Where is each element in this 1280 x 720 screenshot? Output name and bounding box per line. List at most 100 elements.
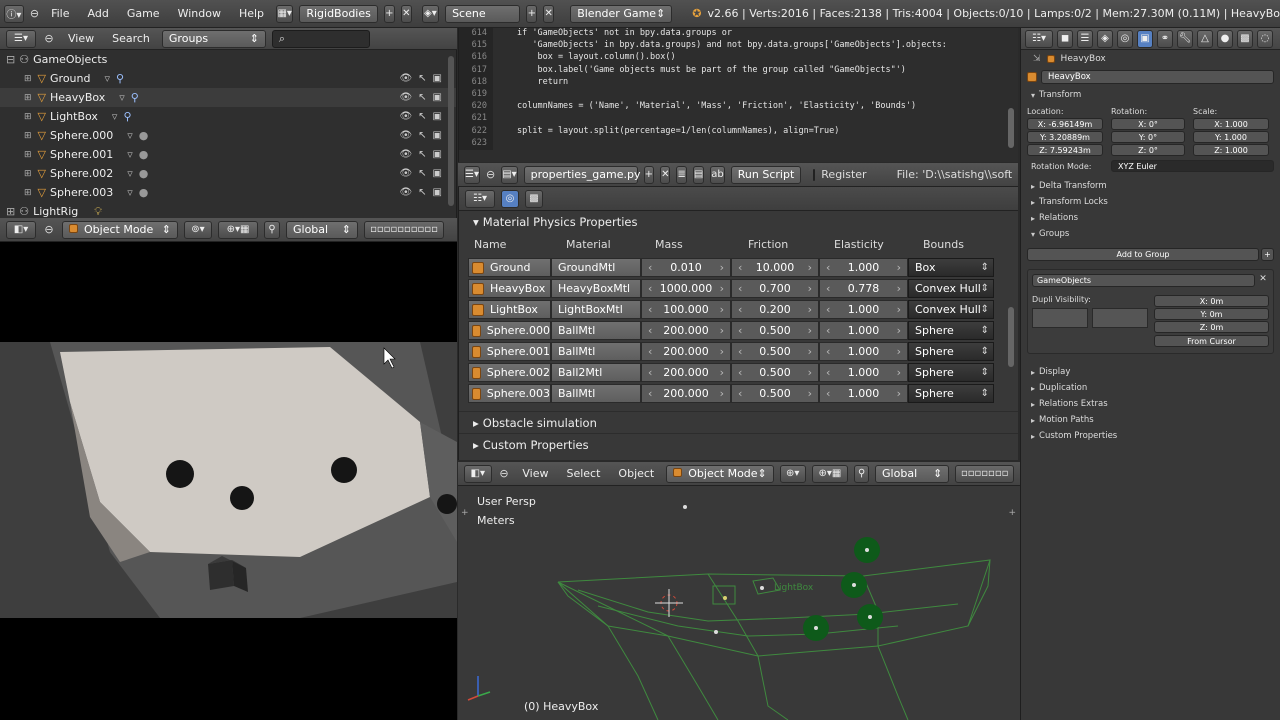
screen-layout-field[interactable]: RigidBodies: [299, 4, 378, 23]
menu-select[interactable]: Select: [560, 467, 606, 480]
pivot-icon[interactable]: ⊕▾▦: [811, 464, 849, 483]
render-camera-icon[interactable]: ▣: [433, 92, 442, 103]
checker-icon[interactable]: ▩: [525, 189, 543, 208]
friction-field[interactable]: 0.500: [731, 363, 819, 382]
friction-field[interactable]: 0.700: [731, 279, 819, 298]
code-line[interactable]: 620 columnNames = ('Name', 'Material', 'M…: [459, 101, 1018, 114]
scene-field[interactable]: Scene: [445, 4, 521, 23]
material-cell[interactable]: LightBoxMtl: [551, 300, 641, 319]
add-group-plus-icon[interactable]: +: [1261, 248, 1274, 261]
offset-z-field[interactable]: Z: 0m: [1154, 321, 1269, 333]
constraints-tab-icon[interactable]: ⚭: [1157, 29, 1173, 48]
select-arrow-icon[interactable]: ↖: [418, 149, 426, 160]
layers-tab-icon[interactable]: ☰: [1077, 29, 1093, 48]
menu-search[interactable]: Search: [106, 32, 156, 45]
render-tab-icon[interactable]: ◼: [1057, 29, 1073, 48]
visibility-eye-icon[interactable]: 👁︎: [399, 130, 412, 141]
transform-section[interactable]: Transform: [1021, 87, 1280, 103]
offset-y-field[interactable]: Y: 0m: [1154, 308, 1269, 320]
collapsed-section[interactable]: Display: [1021, 364, 1280, 380]
outliner-search-input[interactable]: ⌕: [271, 29, 370, 48]
collapse-menu-icon[interactable]: ⊖: [30, 7, 39, 21]
expand-icon[interactable]: ⊞: [24, 74, 32, 84]
expand-icon[interactable]: ⊞: [24, 112, 32, 122]
mass-field[interactable]: 1000.000: [641, 279, 731, 298]
orientation-dropdown[interactable]: Global ⇕: [286, 220, 358, 239]
friction-field[interactable]: 0.500: [731, 342, 819, 361]
mass-field[interactable]: 200.000: [641, 321, 731, 340]
engine-dropdown[interactable]: Blender Game ⇕: [570, 4, 673, 23]
friction-field[interactable]: 0.500: [731, 384, 819, 403]
code-line[interactable]: 621: [459, 113, 1018, 126]
bounds-dropdown[interactable]: Sphere: [908, 384, 994, 403]
collapsed-section[interactable]: Transform Locks: [1021, 194, 1280, 210]
expand-icon[interactable]: ⊞: [24, 131, 32, 141]
remove-group-icon[interactable]: ✕: [1257, 274, 1269, 287]
expand-icon[interactable]: ⊞: [24, 150, 32, 160]
friction-field[interactable]: 0.200: [731, 300, 819, 319]
manipulator-icon[interactable]: ⚲: [264, 220, 280, 239]
register-checkbox[interactable]: [813, 168, 816, 181]
pin-icon[interactable]: ⇲: [1033, 54, 1041, 64]
mass-field[interactable]: 200.000: [641, 363, 731, 382]
collapse-icon[interactable]: ⊟: [6, 53, 15, 66]
object-name-cell[interactable]: Sphere.000: [468, 321, 551, 340]
render-camera-icon[interactable]: ▣: [433, 73, 442, 84]
bounds-dropdown[interactable]: Convex Hull: [908, 300, 994, 319]
material-cell[interactable]: BallMtl: [551, 321, 641, 340]
elasticity-field[interactable]: 1.000: [819, 321, 908, 340]
menu-add[interactable]: Add: [82, 7, 115, 20]
outliner-editor-icon[interactable]: ☰▾: [6, 29, 36, 48]
visibility-eye-icon[interactable]: 👁︎: [399, 187, 412, 198]
collapse-menu-icon[interactable]: ⊖: [486, 168, 495, 182]
material-cell[interactable]: HeavyBoxMtl: [551, 279, 641, 298]
render-camera-icon[interactable]: ▣: [433, 187, 442, 198]
outliner-item[interactable]: ⊞ ▽ Sphere.003 ▿ ● 👁︎ ↖ ▣: [0, 183, 456, 202]
scene-icon[interactable]: ◈▾: [421, 4, 440, 23]
menu-file[interactable]: File: [45, 7, 75, 20]
rotation-mode-dropdown[interactable]: XYZ Euler: [1111, 160, 1274, 172]
mode-dropdown[interactable]: Object Mode ⇕: [666, 464, 774, 483]
location-z-field[interactable]: Z: 7.59243m: [1027, 144, 1103, 156]
mass-field[interactable]: 100.000: [641, 300, 731, 319]
outliner-scrollbar[interactable]: [448, 56, 454, 206]
elasticity-field[interactable]: 1.000: [819, 384, 908, 403]
object-name-cell[interactable]: Ground: [468, 258, 551, 277]
select-arrow-icon[interactable]: ↖: [418, 187, 426, 198]
code-line[interactable]: 615 'GameObjects' in bpy.data.groups) an…: [459, 40, 1018, 53]
collapse-menu-icon[interactable]: ⊖: [498, 467, 511, 481]
layer-grid-b[interactable]: [1092, 308, 1148, 328]
elasticity-field[interactable]: 1.000: [819, 363, 908, 382]
select-arrow-icon[interactable]: ↖: [418, 73, 426, 84]
bounds-dropdown[interactable]: Convex Hull: [908, 279, 994, 298]
friction-field[interactable]: 10.000: [731, 258, 819, 277]
collapsed-section[interactable]: Relations: [1021, 210, 1280, 226]
world-icon[interactable]: ◎: [501, 189, 519, 208]
panel-header[interactable]: ▾ Material Physics Properties: [459, 211, 1018, 233]
data-tab-icon[interactable]: △: [1197, 29, 1213, 48]
object-name-field[interactable]: HeavyBox: [1041, 70, 1274, 84]
bounds-dropdown[interactable]: Box: [908, 258, 994, 277]
collapse-menu-icon[interactable]: ⊖: [42, 32, 56, 46]
editor-type-info-icon[interactable]: ⓘ▾: [4, 4, 24, 23]
render-camera-icon[interactable]: ▣: [433, 111, 442, 122]
line-numbers-icon[interactable]: ≣: [676, 165, 687, 184]
select-arrow-icon[interactable]: ↖: [418, 168, 426, 179]
delete-scene-icon[interactable]: ✕: [543, 4, 555, 23]
object-name-cell[interactable]: LightBox: [468, 300, 551, 319]
mass-field[interactable]: 0.010: [641, 258, 731, 277]
code-line[interactable]: 618 return: [459, 76, 1018, 89]
mass-field[interactable]: 200.000: [641, 342, 731, 361]
elasticity-field[interactable]: 1.000: [819, 258, 908, 277]
text-editor[interactable]: 614 if 'GameObjects' not in bpy.data.grou…: [458, 28, 1018, 162]
props-scrollbar[interactable]: [1008, 307, 1014, 367]
material-cell[interactable]: BallMtl: [551, 342, 641, 361]
properties-editor-icon[interactable]: ☷▾: [465, 189, 495, 208]
scale-x-field[interactable]: X: 1.000: [1193, 118, 1269, 130]
render-camera-icon[interactable]: ▣: [433, 168, 442, 179]
filename-field[interactable]: properties_game.py: [523, 165, 641, 184]
expand-icon[interactable]: ⊞: [24, 93, 32, 103]
from-cursor-button[interactable]: From Cursor: [1154, 335, 1269, 347]
text-file-icon[interactable]: ▤▾: [501, 165, 518, 184]
manipulator-icon[interactable]: ⚲: [854, 464, 870, 483]
